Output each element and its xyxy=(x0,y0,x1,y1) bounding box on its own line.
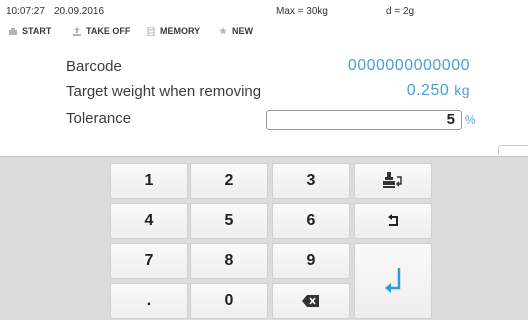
target-weight-value-wrap: 0.250 kg xyxy=(407,82,470,100)
undo-icon xyxy=(386,214,400,228)
barcode-row[interactable]: Barcode 0000000000000 xyxy=(0,55,528,77)
key-5[interactable]: 5 xyxy=(190,203,268,239)
target-weight-unit: kg xyxy=(454,82,470,98)
tolerance-label: Tolerance xyxy=(66,110,132,127)
status-date: 20.09.2016 xyxy=(54,6,105,17)
undo-key[interactable] xyxy=(354,203,432,239)
target-weight-value: 0.250 xyxy=(406,82,450,99)
header-mask xyxy=(0,42,528,50)
tolerance-input[interactable]: 5 xyxy=(266,110,462,130)
target-weight-row[interactable]: Target weight when removing 0.250 kg xyxy=(0,80,528,102)
takeoff-label: TAKE OFF xyxy=(86,26,131,36)
key-1[interactable]: 1 xyxy=(110,163,188,199)
backspace-icon xyxy=(302,295,320,307)
tolerance-unit: % xyxy=(465,113,476,127)
enter-icon xyxy=(382,266,404,296)
memory-button[interactable]: MEMORY xyxy=(146,25,201,37)
division: d = 2g xyxy=(386,6,415,17)
takeoff-icon xyxy=(72,26,82,36)
key-2[interactable]: 2 xyxy=(190,163,268,199)
scale-icon xyxy=(8,27,18,36)
start-button[interactable]: START xyxy=(8,26,51,36)
key-9[interactable]: 9 xyxy=(272,243,350,279)
barcode-value: 0000000000000 xyxy=(347,57,470,74)
takeoff-button[interactable]: TAKE OFF xyxy=(72,26,130,36)
memory-icon xyxy=(146,25,156,37)
status-bar: 10:07:27 20.09.2016 Max = 30kg d = 2g xyxy=(0,0,528,20)
key-dot[interactable]: . xyxy=(110,283,188,319)
backspace-key[interactable] xyxy=(272,283,350,319)
barcode-label: Barcode xyxy=(66,58,122,75)
status-time: 10:07:27 xyxy=(6,6,45,17)
print-scale-icon xyxy=(382,171,404,191)
key-7[interactable]: 7 xyxy=(110,243,188,279)
new-button[interactable]: ★ NEW xyxy=(218,26,253,36)
key-3[interactable]: 3 xyxy=(272,163,350,199)
key-4[interactable]: 4 xyxy=(110,203,188,239)
numeric-keypad: 1 2 3 4 5 6 7 8 9 . 0 xyxy=(0,156,528,320)
memory-label: MEMORY xyxy=(160,26,201,36)
key-8[interactable]: 8 xyxy=(190,243,268,279)
star-icon: ★ xyxy=(218,25,228,36)
start-label: START xyxy=(22,26,52,36)
side-panel-tab[interactable] xyxy=(498,145,528,155)
enter-key[interactable] xyxy=(354,243,432,319)
target-weight-label: Target weight when removing xyxy=(66,83,262,100)
key-0[interactable]: 0 xyxy=(190,283,268,319)
key-6[interactable]: 6 xyxy=(272,203,350,239)
print-scale-key[interactable] xyxy=(354,163,432,199)
new-label: NEW xyxy=(232,26,253,36)
max-capacity: Max = 30kg xyxy=(276,6,328,17)
